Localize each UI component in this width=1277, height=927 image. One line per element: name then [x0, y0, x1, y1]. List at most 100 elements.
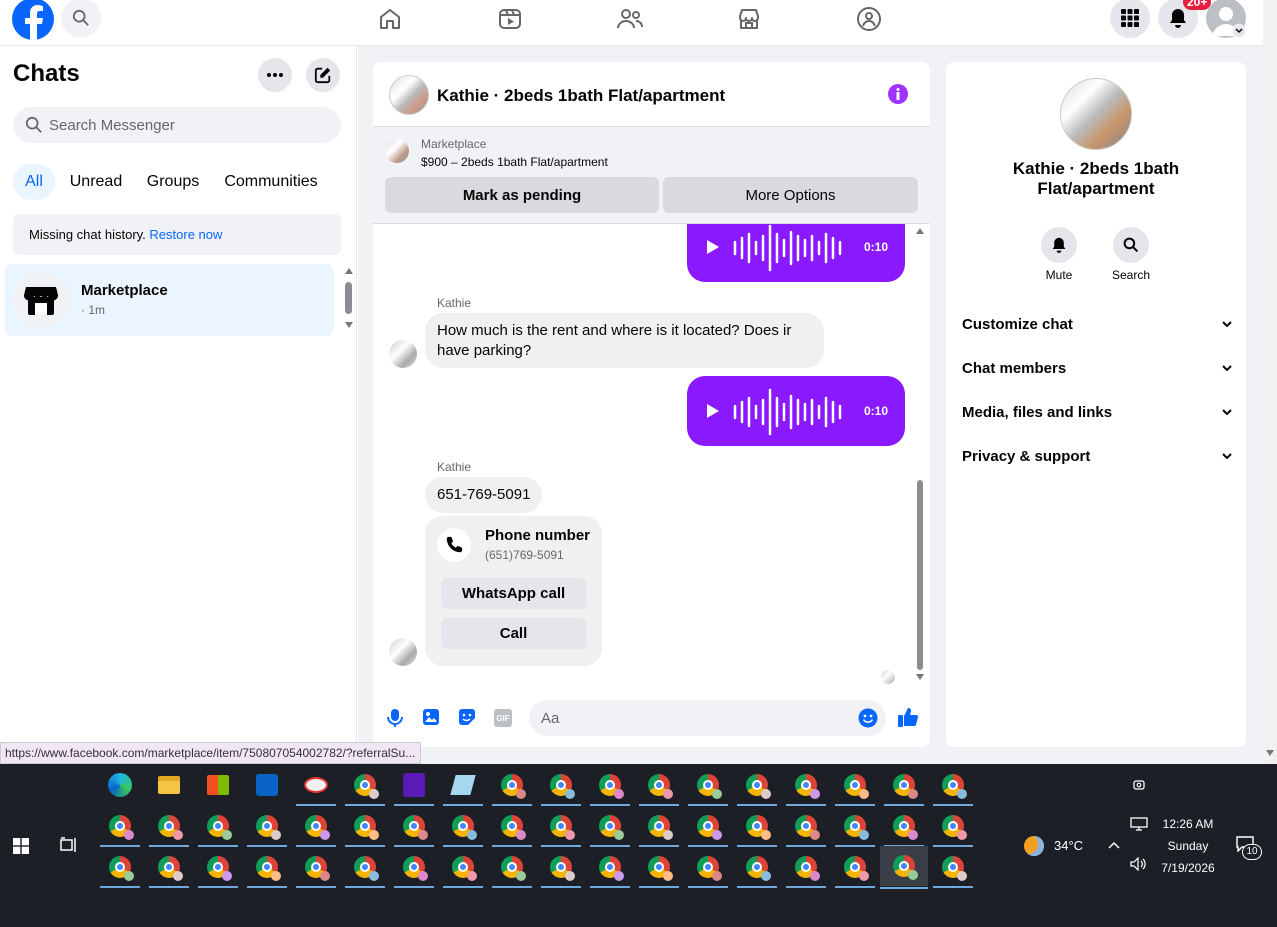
chrome-profile-icon[interactable] [639, 849, 679, 888]
conversation-info-button[interactable] [888, 84, 908, 104]
photo-icon[interactable] [422, 708, 440, 726]
mute-button[interactable] [1041, 227, 1077, 263]
task-view-icon[interactable] [60, 837, 78, 853]
chrome-profile-icon[interactable] [933, 808, 973, 847]
chrome-profile-icon[interactable] [786, 849, 826, 888]
whatsapp-call-button[interactable]: WhatsApp call [441, 578, 586, 609]
chrome-profile-icon[interactable] [492, 808, 532, 847]
filter-tab-unread[interactable]: Unread [63, 164, 129, 200]
messages-scrollbar[interactable] [914, 226, 926, 684]
app-icon[interactable] [394, 767, 434, 806]
chrome-profile-icon[interactable] [884, 767, 924, 806]
file-explorer-icon[interactable] [149, 767, 189, 803]
chrome-profile-icon[interactable] [835, 849, 875, 888]
chrome-profile-icon[interactable] [590, 767, 630, 806]
media-files-links-section[interactable]: Media, files and links [962, 400, 1232, 424]
chrome-profile-icon[interactable] [394, 849, 434, 888]
search-in-chat-button[interactable] [1113, 227, 1149, 263]
chrome-profile-icon[interactable] [492, 767, 532, 806]
video-nav-tab[interactable] [490, 4, 530, 34]
chat-list-item-marketplace[interactable]: Marketplace · 1m [5, 264, 334, 336]
edge-browser-icon[interactable] [100, 767, 140, 803]
message-input[interactable]: Aa [529, 700, 886, 736]
voice-message-outgoing[interactable]: 0:10 [687, 224, 905, 282]
chrome-profile-icon[interactable] [590, 849, 630, 888]
chrome-profile-icon[interactable] [737, 767, 777, 806]
restore-now-link[interactable]: Restore now [149, 227, 222, 242]
more-options-button[interactable]: More Options [663, 177, 918, 213]
groups-nav-tab[interactable] [849, 4, 889, 34]
play-icon[interactable] [706, 240, 720, 254]
sticker-icon[interactable] [458, 708, 476, 726]
chrome-profile-icon[interactable] [492, 849, 532, 888]
privacy-support-section[interactable]: Privacy & support [962, 444, 1232, 468]
chrome-profile-icon[interactable] [541, 849, 581, 888]
emoji-icon[interactable] [858, 708, 878, 728]
meet-now-icon[interactable] [1132, 778, 1146, 792]
menu-button[interactable] [1110, 0, 1150, 38]
chrome-profile-icon[interactable] [880, 846, 928, 889]
chrome-profile-icon[interactable] [737, 849, 777, 888]
marketplace-nav-tab[interactable] [729, 4, 769, 34]
chrome-profile-icon[interactable] [100, 849, 140, 888]
chrome-profile-icon[interactable] [639, 767, 679, 806]
chrome-profile-icon[interactable] [884, 808, 924, 847]
chrome-profile-icon[interactable] [688, 767, 728, 806]
chrome-profile-icon[interactable] [198, 849, 238, 888]
chrome-profile-icon[interactable] [541, 808, 581, 847]
microsoft-store-icon[interactable] [198, 767, 238, 803]
gif-icon[interactable]: GIF [494, 709, 512, 727]
filter-tab-groups[interactable]: Groups [138, 164, 208, 200]
mark-as-pending-button[interactable]: Mark as pending [385, 177, 659, 213]
new-message-button[interactable] [306, 58, 340, 92]
chrome-profile-icon[interactable] [345, 767, 385, 806]
incoming-message[interactable]: How much is the rent and where is it loc… [425, 313, 824, 368]
chrome-profile-icon[interactable] [688, 808, 728, 847]
chat-members-section[interactable]: Chat members [962, 356, 1232, 380]
chrome-profile-icon[interactable] [933, 849, 973, 888]
window-scrollbar[interactable] [1263, 0, 1277, 764]
chrome-profile-icon[interactable] [786, 808, 826, 847]
chrome-profile-icon[interactable] [345, 808, 385, 847]
chrome-profile-icon[interactable] [590, 808, 630, 847]
conversation-avatar[interactable] [389, 75, 429, 115]
chrome-profile-icon[interactable] [443, 849, 483, 888]
chrome-profile-icon[interactable] [149, 849, 189, 888]
chrome-profile-icon[interactable] [296, 808, 336, 847]
chrome-profile-icon[interactable] [835, 767, 875, 806]
chrome-profile-icon[interactable] [296, 849, 336, 888]
chrome-profile-icon[interactable] [345, 849, 385, 888]
chrome-profile-icon[interactable] [688, 849, 728, 888]
chrome-profile-icon[interactable] [737, 808, 777, 847]
call-button[interactable]: Call [441, 618, 586, 649]
paint-icon[interactable] [296, 767, 336, 806]
incoming-message[interactable]: 651-769-5091 [425, 477, 543, 513]
filter-tab-all[interactable]: All [13, 164, 55, 200]
chrome-profile-icon[interactable] [247, 808, 287, 847]
clock-time[interactable]: 12:26 AM [1152, 817, 1224, 831]
details-avatar[interactable] [1060, 78, 1132, 150]
chrome-profile-icon[interactable] [443, 808, 483, 847]
chrome-profile-icon[interactable] [100, 808, 140, 847]
chrome-profile-icon[interactable] [639, 808, 679, 847]
home-nav-tab[interactable] [370, 4, 410, 34]
sticky-notes-icon[interactable] [443, 767, 483, 806]
thumbs-up-icon[interactable] [897, 706, 919, 728]
network-icon[interactable] [1130, 817, 1148, 831]
customize-chat-section[interactable]: Customize chat [962, 312, 1232, 336]
chrome-profile-icon[interactable] [149, 808, 189, 847]
chrome-profile-icon[interactable] [541, 767, 581, 806]
chrome-profile-icon[interactable] [394, 808, 434, 847]
chrome-profile-icon[interactable] [786, 767, 826, 806]
weather-temp[interactable]: 34°C [1054, 838, 1083, 853]
friends-nav-tab[interactable] [610, 4, 650, 34]
chevron-up-icon[interactable] [1108, 841, 1120, 849]
filter-tab-communities[interactable]: Communities [217, 164, 325, 200]
microphone-icon[interactable] [387, 708, 403, 728]
chrome-profile-icon[interactable] [835, 808, 875, 847]
conversation-title[interactable]: Kathie · 2beds 1bath Flat/apartment [437, 86, 725, 106]
account-chevron-icon[interactable] [1232, 24, 1246, 38]
chat-list-scrollbar[interactable] [343, 266, 355, 332]
volume-icon[interactable] [1130, 857, 1146, 871]
voice-message-outgoing[interactable]: 0:10 [687, 376, 905, 446]
